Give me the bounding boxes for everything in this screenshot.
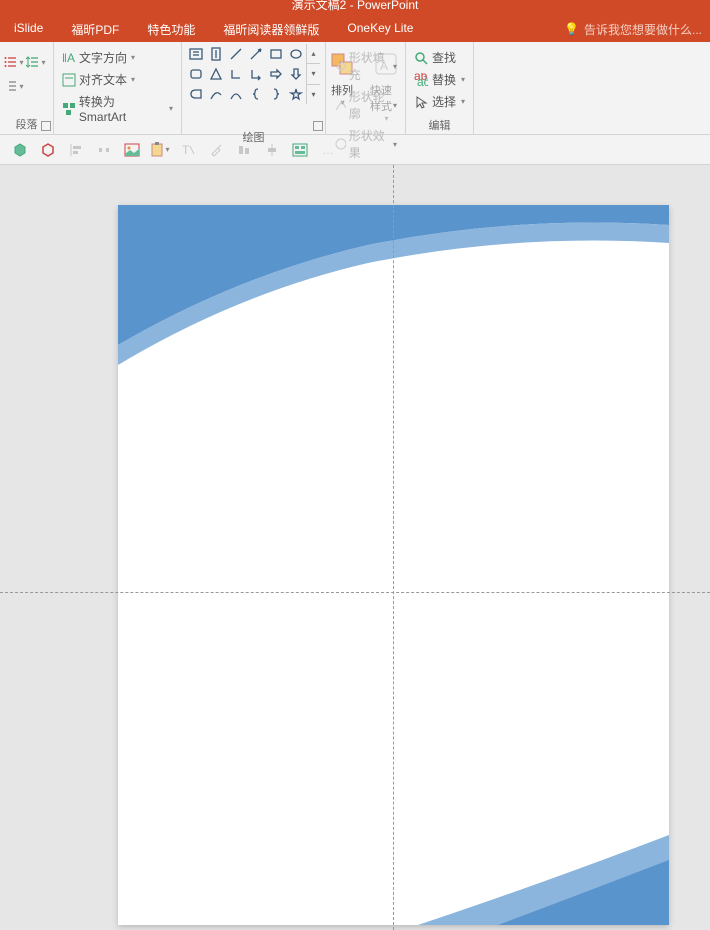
- find-label: 查找: [432, 49, 456, 66]
- tool-center[interactable]: [262, 140, 282, 160]
- chevron-down-icon: ▾: [41, 58, 45, 67]
- shape-rounded-rect[interactable]: [186, 64, 206, 84]
- svg-text:‖A: ‖A: [62, 51, 75, 65]
- shape-effects-button[interactable]: 形状效果 ▾: [332, 126, 399, 162]
- convert-smartart-label: 转换为 SmartArt: [79, 93, 165, 124]
- replace-button[interactable]: abac 替换 ▾: [412, 70, 467, 89]
- title-bar: 演示文稿2 - PowerPoint: [0, 0, 710, 16]
- tool-picture[interactable]: [122, 140, 142, 160]
- ribbon-tabs: iSlide 福昕PDF 特色功能 福昕阅读器领鲜版 OneKey Lite 💡…: [0, 16, 710, 42]
- shape-style-group: 形状填充 ▾ 形状轮廓 ▾ 形状效果 ▾: [326, 42, 406, 134]
- shape-outline-button[interactable]: 形状轮廓 ▾: [332, 87, 399, 123]
- shape-rectangle[interactable]: [266, 44, 286, 64]
- tool-hexagon-green[interactable]: [10, 140, 30, 160]
- shape-l-connector[interactable]: [226, 64, 246, 84]
- numbering-button[interactable]: ▾: [4, 76, 24, 96]
- tool-eyedropper[interactable]: [206, 140, 226, 160]
- shape-brace-right[interactable]: [266, 84, 286, 104]
- shape-textbox[interactable]: [186, 44, 206, 64]
- text-direction-label: 文字方向: [79, 49, 127, 66]
- paragraph-dialog-launcher[interactable]: [41, 121, 51, 131]
- tab-special[interactable]: 特色功能: [133, 16, 209, 42]
- shape-line[interactable]: [226, 44, 246, 64]
- shape-flowchart[interactable]: [186, 84, 206, 104]
- drawing-dialog-launcher[interactable]: [313, 121, 323, 131]
- tool-distribute[interactable]: [94, 140, 114, 160]
- chevron-down-icon: ▾: [461, 97, 465, 106]
- horizontal-guide[interactable]: [0, 592, 710, 593]
- tool-more[interactable]: …: [318, 140, 338, 160]
- shape-right-arrow[interactable]: [266, 64, 286, 84]
- editing-label: 编辑: [410, 115, 469, 135]
- tab-foxit-pdf[interactable]: 福昕PDF: [57, 16, 133, 42]
- shape-fill-label: 形状填充: [349, 49, 389, 83]
- shapes-scrollbar: ▴ ▾ ▾: [306, 44, 320, 104]
- text-direction-button[interactable]: ‖A 文字方向 ▾: [60, 48, 175, 67]
- chevron-down-icon: ▾: [19, 82, 23, 91]
- chevron-down-icon: ▾: [393, 101, 397, 110]
- tell-me-search[interactable]: 💡 告诉我您想要做什么...: [556, 16, 710, 42]
- tool-clear-format[interactable]: T: [178, 140, 198, 160]
- shape-star[interactable]: [286, 84, 306, 104]
- chevron-down-icon: ▾: [169, 104, 173, 113]
- shape-curve[interactable]: [206, 84, 226, 104]
- svg-text:ac: ac: [417, 75, 428, 87]
- shape-down-arrow[interactable]: [286, 64, 306, 84]
- tell-me-placeholder: 告诉我您想要做什么...: [584, 21, 702, 38]
- svg-text:T: T: [182, 143, 190, 157]
- convert-smartart-button[interactable]: 转换为 SmartArt ▾: [60, 92, 175, 125]
- chevron-down-icon: ▾: [393, 62, 397, 71]
- find-button[interactable]: 查找: [412, 48, 467, 67]
- tab-islide[interactable]: iSlide: [0, 16, 57, 42]
- align-text-button[interactable]: 对齐文本 ▾: [60, 70, 175, 89]
- text-direction-group: ‖A 文字方向 ▾ 对齐文本 ▾ 转换为 SmartArt ▾: [54, 42, 182, 134]
- tab-onekey[interactable]: OneKey Lite: [333, 16, 427, 42]
- slide-canvas[interactable]: [0, 165, 710, 930]
- tool-paste[interactable]: ▾: [150, 140, 170, 160]
- paragraph-group: ▾ ▾ ▾ 段落: [0, 42, 54, 134]
- tool-align-objects[interactable]: [234, 140, 254, 160]
- shapes-scroll-down[interactable]: ▾: [307, 64, 320, 84]
- editing-group: 查找 abac 替换 ▾ 选择 ▾ 编辑: [406, 42, 474, 134]
- shape-outline-label: 形状轮廓: [349, 88, 389, 122]
- shape-arc[interactable]: [226, 84, 246, 104]
- chevron-down-icon: ▾: [131, 53, 135, 62]
- tab-foxit-reader[interactable]: 福昕阅读器领鲜版: [209, 16, 333, 42]
- lightbulb-icon: 💡: [564, 22, 579, 36]
- ribbon: ▾ ▾ ▾ 段落: [0, 42, 710, 135]
- app-title: 演示文稿2 - PowerPoint: [292, 0, 419, 10]
- shapes-gallery: [186, 44, 306, 104]
- select-label: 选择: [432, 93, 456, 110]
- tool-hexagon-red[interactable]: [38, 140, 58, 160]
- shape-effects-label: 形状效果: [349, 127, 389, 161]
- vertical-guide[interactable]: [393, 165, 394, 930]
- align-text-label: 对齐文本: [79, 71, 127, 88]
- bullets-button[interactable]: ▾: [4, 52, 24, 72]
- tool-align-left[interactable]: [66, 140, 86, 160]
- select-button[interactable]: 选择 ▾: [412, 92, 467, 111]
- chevron-down-icon: ▾: [19, 58, 23, 67]
- shape-triangle[interactable]: [206, 64, 226, 84]
- chevron-down-icon: ▾: [131, 75, 135, 84]
- chevron-down-icon: ▾: [165, 145, 169, 154]
- chevron-down-icon: ▾: [461, 75, 465, 84]
- shape-fill-button[interactable]: 形状填充 ▾: [332, 48, 399, 84]
- shapes-group: ▴ ▾ ▾ 排列 ▾ A 快速样式 ▾ 绘图: [182, 42, 326, 134]
- chevron-down-icon: ▾: [393, 140, 397, 149]
- replace-label: 替换: [432, 71, 456, 88]
- shape-arrow-line[interactable]: [246, 44, 266, 64]
- line-spacing-button[interactable]: ▾: [26, 52, 46, 72]
- shapes-scroll-up[interactable]: ▴: [307, 44, 320, 64]
- shape-elbow-arrow[interactable]: [246, 64, 266, 84]
- shape-vertical-textbox[interactable]: [206, 44, 226, 64]
- shape-oval[interactable]: [286, 44, 306, 64]
- shape-brace-left[interactable]: [246, 84, 266, 104]
- shapes-expand[interactable]: ▾: [307, 85, 320, 104]
